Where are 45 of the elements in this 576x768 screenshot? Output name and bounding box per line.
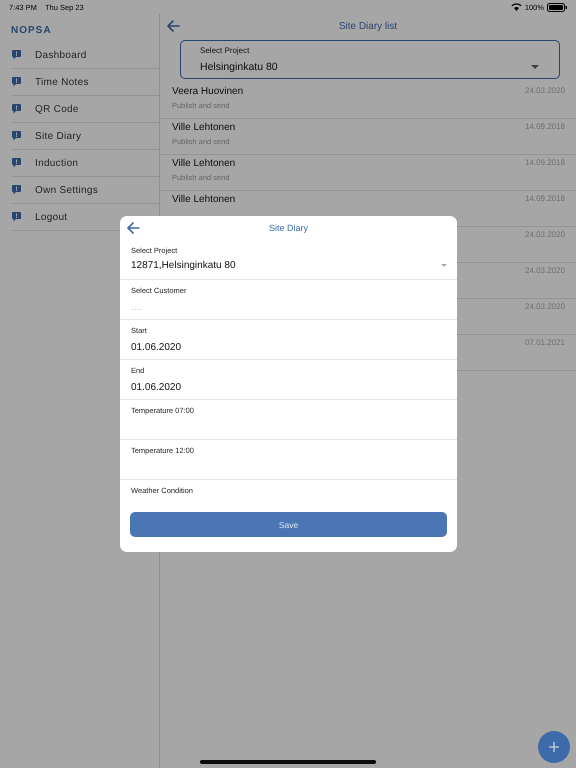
sidebar-item[interactable]: Own Settings: [11, 177, 159, 204]
entry-date: 14.09.2018: [524, 158, 565, 169]
entry-date: 24.03.2020: [524, 230, 565, 241]
wifi-icon: [510, 3, 522, 11]
plus-icon: [549, 742, 559, 752]
entry-date: 24.03.2020: [524, 86, 565, 97]
entry-date: 24.03.2020: [524, 266, 565, 277]
input-field[interactable]: 01.06.2020: [131, 342, 431, 353]
field-label: Select Project: [200, 46, 250, 55]
app-brand: NOPSA: [11, 25, 53, 36]
entry-name: Ville Lehtonen: [172, 194, 236, 205]
sidebar-item[interactable]: QR Code: [11, 96, 159, 123]
entry-name: Ville Lehtonen: [172, 158, 236, 169]
entry-date: 07.01.2021: [524, 338, 565, 349]
entry-name: Ville Lehtonen: [172, 122, 236, 133]
back-button[interactable]: [166, 19, 180, 33]
input-field[interactable]: ....: [131, 302, 431, 313]
input-field[interactable]: 01.06.2020: [131, 382, 431, 393]
back-button[interactable]: [126, 221, 140, 235]
message-icon: [12, 131, 21, 141]
back-arrow-icon: [126, 221, 140, 235]
dropdown-caret-icon: [441, 264, 447, 267]
dropdown-caret-icon: [531, 65, 539, 69]
add-button[interactable]: [538, 731, 570, 763]
message-icon: [12, 158, 21, 168]
entry-date: 14.09.2018: [524, 194, 565, 205]
message-icon: [12, 185, 21, 195]
sidebar-item[interactable]: Induction: [11, 150, 159, 177]
save-button[interactable]: Save: [130, 512, 447, 537]
message-icon: [12, 77, 21, 87]
entry-name: Veera Huovinen: [172, 86, 244, 97]
back-arrow-icon: [166, 19, 180, 33]
message-icon: [12, 50, 21, 60]
message-icon: [12, 104, 21, 114]
sidebar-item[interactable]: Dashboard: [11, 42, 159, 69]
message-icon: [12, 212, 21, 222]
battery-icon: [547, 2, 567, 12]
entry-date: 14.09.2018: [524, 122, 565, 133]
sidebar-item[interactable]: Time Notes: [11, 69, 159, 96]
sidebar-item[interactable]: Site Diary: [11, 123, 159, 150]
dropdown-value: Helsinginkatu 80: [200, 61, 278, 73]
entry-date: 24.03.2020: [524, 302, 565, 313]
screen-title: Site Diary list: [338, 20, 398, 32]
project-dropdown[interactable]: Select Project Helsinginkatu 80: [180, 40, 560, 79]
project-dropdown[interactable]: 12871,Helsinginkatu 80: [131, 260, 457, 271]
